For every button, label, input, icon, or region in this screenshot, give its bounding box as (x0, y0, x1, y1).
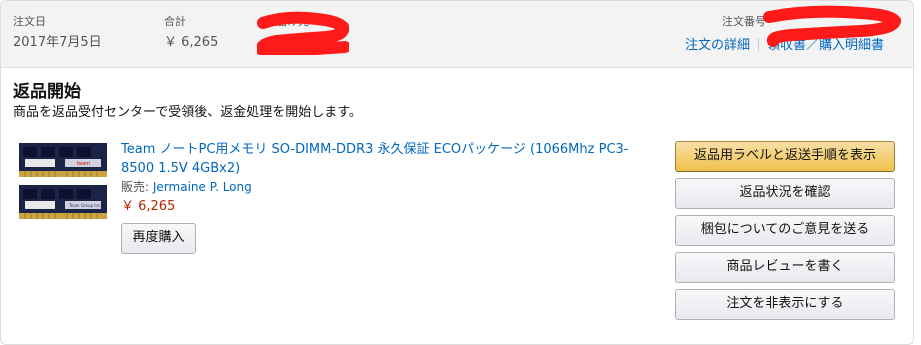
order-total-block: 合計 ￥ 6,265 (164, 15, 218, 52)
redaction-order-number (763, 5, 901, 47)
product-image-logo: team (77, 161, 90, 167)
link-separator (758, 38, 760, 51)
product-image-chip-text: Team Group Inc. (68, 203, 101, 208)
seller-label: 販売: (121, 180, 150, 194)
buy-again-button[interactable]: 再度購入 (121, 223, 196, 254)
item-price: ￥ 6,265 (121, 199, 176, 214)
packaging-feedback-button[interactable]: 梱包についてのご意見を送る (675, 215, 895, 246)
product-thumbnail[interactable]: team Team Group Inc. (17, 141, 109, 223)
order-date: 2017年7月5日 (13, 35, 102, 50)
order-number-label: 注文番号 (722, 15, 766, 28)
order-date-label: 注文日 (13, 15, 46, 28)
product-title-link[interactable]: Team ノートPC用メモリ SO-DIMM-DDR3 永久保証 ECOパッケー… (121, 140, 641, 178)
write-review-button[interactable]: 商品レビューを書く (675, 252, 895, 283)
order-number-block: 注文番号 (722, 15, 766, 29)
seller-link[interactable]: Jermaine P. Long (153, 180, 252, 194)
order-total: ￥ 6,265 (164, 35, 219, 50)
order-details-link[interactable]: 注文の詳細 (685, 38, 750, 53)
order-total-label: 合計 (164, 15, 186, 28)
return-status-description: 商品を返品受付センターで受領後、返金処理を開始します。 (13, 105, 362, 120)
seller-line: 販売: Jermaine P. Long (121, 179, 252, 196)
redaction-ship-to (257, 11, 349, 55)
order-card: 注文日 2017年7月5日 合計 ￥ 6,265 お届け先 注文番号 注文の詳細… (0, 0, 914, 345)
hide-order-button[interactable]: 注文を非表示にする (675, 289, 895, 320)
memory-stick-top: team (19, 143, 107, 177)
order-header: 注文日 2017年7月5日 合計 ￥ 6,265 お届け先 注文番号 注文の詳細… (1, 1, 913, 68)
return-status-title: 返品開始 (13, 82, 81, 102)
check-return-status-button[interactable]: 返品状況を確認 (675, 178, 895, 209)
memory-stick-bottom: Team Group Inc. (19, 185, 107, 219)
order-date-block: 注文日 2017年7月5日 (13, 15, 102, 52)
show-return-label-button[interactable]: 返品用ラベルと返送手順を表示 (675, 141, 895, 172)
